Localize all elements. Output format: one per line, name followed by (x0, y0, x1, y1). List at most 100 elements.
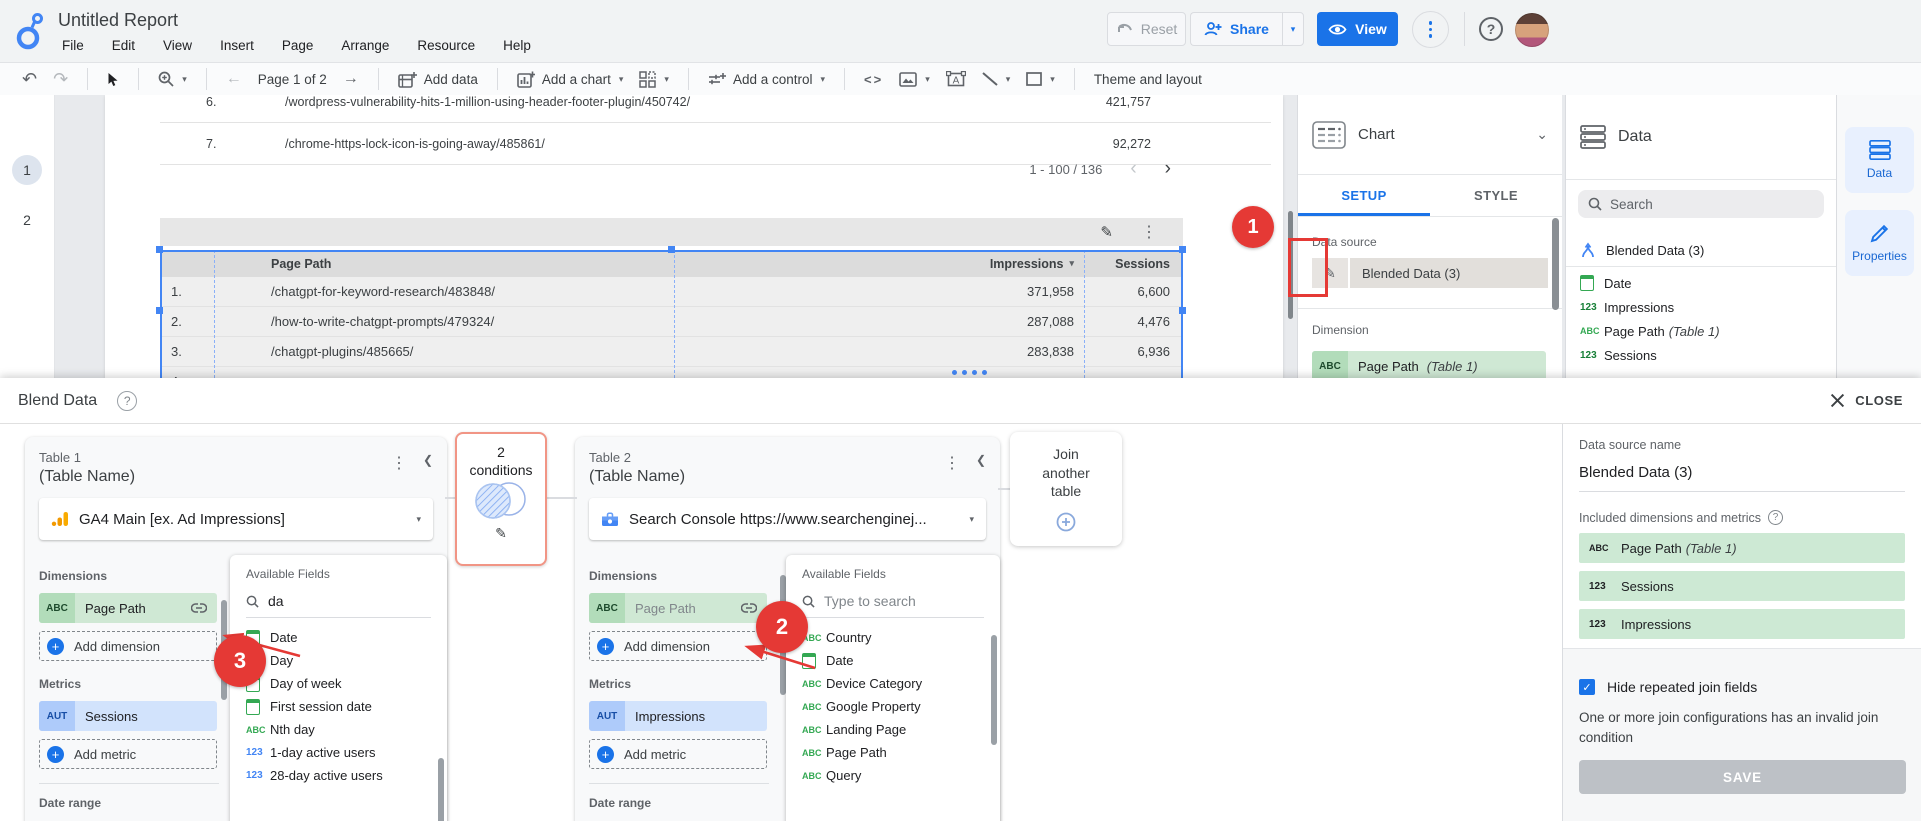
tab-style[interactable]: STYLE (1430, 175, 1562, 216)
share-button[interactable]: Share (1190, 12, 1282, 46)
metric-chip-sessions[interactable]: AUT Sessions (39, 701, 217, 731)
table-1-menu-kebab-icon[interactable]: ⋮ (391, 453, 407, 473)
menu-item[interactable]: Insert (206, 36, 268, 55)
available-field-item[interactable]: Day of week (246, 672, 447, 695)
available-field-item[interactable]: ABC Landing Page (802, 718, 1000, 741)
table-1-field-search-input[interactable]: da (246, 593, 431, 618)
table-row[interactable]: 3. /chatgpt-plugins/485665/ 283,838 6,93… (160, 337, 1183, 367)
rail-properties-button[interactable]: Properties (1845, 210, 1914, 276)
checkbox-checked-icon[interactable]: ✓ (1579, 679, 1595, 695)
community-visualizations-button[interactable]: ▾ (631, 65, 677, 93)
table-2-add-metric-button[interactable]: + Add metric (589, 739, 767, 769)
metric-chip-impressions[interactable]: AUT Impressions (589, 701, 767, 731)
embed-url-button[interactable]: <> (856, 65, 891, 93)
resize-handle[interactable] (156, 307, 163, 314)
previous-page-button[interactable]: ← (218, 65, 250, 93)
field-item[interactable]: 123 Sessions (1580, 343, 1822, 367)
resize-handle[interactable] (1179, 246, 1186, 253)
chevron-down-icon[interactable]: ⌄ (1536, 126, 1548, 143)
menu-item[interactable]: File (48, 36, 98, 55)
menu-item[interactable]: Page (268, 36, 328, 55)
table-1-source-select[interactable]: GA4 Main [ex. Ad Impressions] ▾ (39, 498, 433, 540)
share-options-caret[interactable]: ▾ (1282, 12, 1304, 46)
menu-item[interactable]: Arrange (327, 36, 403, 55)
more-options-button[interactable] (1412, 11, 1449, 48)
insert-image-button[interactable]: ▾ (891, 65, 938, 93)
available-field-item[interactable]: ABC Google Property (802, 695, 1000, 718)
blended-data-source-row[interactable]: Blended Data (3) (1566, 234, 1836, 267)
resize-handle[interactable] (1179, 307, 1186, 314)
zoom-tool-button[interactable]: ▾ (150, 65, 195, 93)
included-field-chip[interactable]: ABC Page Path (Table 1) (1579, 533, 1905, 563)
page-number-2[interactable]: 2 (12, 205, 42, 235)
edit-conditions-pencil-icon[interactable]: ✎ (495, 525, 507, 542)
table-row[interactable]: 6. /wordpress-vulnerability-hits-1-milli… (160, 95, 1271, 123)
pagination-prev-icon[interactable]: ‹ (1130, 158, 1136, 180)
close-button[interactable]: CLOSE (1830, 393, 1903, 408)
available-field-item[interactable]: ABC Device Category (802, 672, 1000, 695)
table-2-field-search-input[interactable]: Type to search (802, 593, 984, 618)
available-field-item[interactable]: ABC Query (802, 764, 1000, 787)
table-2-menu-kebab-icon[interactable]: ⋮ (944, 453, 960, 473)
next-page-button[interactable]: → (335, 65, 367, 93)
resize-handle[interactable] (668, 246, 675, 253)
theme-and-layout-button[interactable]: Theme and layout (1086, 65, 1210, 93)
rail-data-button[interactable]: Data (1845, 127, 1914, 193)
table-row[interactable]: 2. /how-to-write-chatgpt-prompts/479324/… (160, 307, 1183, 337)
page-navigation[interactable]: Page 1 of 2 (250, 65, 335, 93)
chart-type-label[interactable]: Chart (1358, 126, 1536, 143)
chart-menu-kebab-icon[interactable]: ⋮ (1141, 222, 1157, 242)
available-field-item[interactable]: 123 1-day active users (246, 741, 447, 764)
insert-shape-button[interactable]: ▾ (1018, 65, 1063, 93)
available-field-item[interactable]: Date (246, 626, 447, 649)
table-1-add-metric-button[interactable]: + Add metric (39, 739, 217, 769)
join-another-table-card[interactable]: Join another table (1010, 432, 1122, 546)
table-2-name[interactable]: (Table Name) (589, 468, 944, 486)
included-field-chip[interactable]: 123 Impressions (1579, 609, 1905, 639)
hide-repeated-fields-checkbox-row[interactable]: ✓ Hide repeated join fields (1579, 679, 1905, 695)
available-field-item[interactable]: First session date (246, 695, 447, 718)
col-header-page-path[interactable]: Page Path (214, 257, 674, 271)
add-control-button[interactable]: Add a control ▾ (700, 65, 833, 93)
table-1-add-dimension-button[interactable]: + Add dimension (39, 631, 217, 661)
field-item[interactable]: ABC Page Path (Table 1) (1580, 319, 1822, 343)
dimension-chip-page-path[interactable]: ABC Page Path (589, 593, 767, 623)
dimension-chip[interactable]: ABC Page Path(Table 1) (1312, 351, 1546, 378)
menu-item[interactable]: Resource (403, 36, 489, 55)
report-title[interactable]: Untitled Report (58, 10, 178, 31)
available-field-item[interactable]: Date (802, 649, 1000, 672)
help-button[interactable]: ? (1479, 17, 1503, 41)
add-chart-button[interactable]: Add a chart ▾ (509, 65, 632, 93)
menu-item[interactable]: Help (489, 36, 545, 55)
field-list-scrollbar[interactable] (991, 635, 997, 745)
insert-line-button[interactable]: ▾ (974, 65, 1019, 93)
available-field-item[interactable]: Day (246, 649, 447, 672)
user-avatar[interactable] (1515, 13, 1549, 47)
add-data-button[interactable]: Add data (390, 65, 486, 93)
available-field-item[interactable]: 123 28-day active users (246, 764, 447, 787)
dimension-chip-page-path[interactable]: ABC Page Path (39, 593, 217, 623)
blend-help-icon[interactable]: ? (117, 391, 137, 411)
field-list-scrollbar[interactable] (438, 758, 444, 821)
join-conditions-card[interactable]: 2 conditions ✎ (455, 432, 547, 566)
page-number-1[interactable]: 1 (12, 155, 42, 185)
table-2-add-dimension-button[interactable]: + Add dimension (589, 631, 767, 661)
field-item[interactable]: 123 Impressions (1580, 295, 1822, 319)
info-icon[interactable]: ? (1768, 510, 1783, 525)
menu-item[interactable]: Edit (98, 36, 149, 55)
data-source-chip[interactable]: Blended Data (3) (1350, 258, 1548, 288)
table-row[interactable]: 1. /chatgpt-for-keyword-research/483848/… (160, 277, 1183, 307)
redo-button[interactable]: ↷ (45, 65, 76, 93)
field-search-input[interactable]: Search (1578, 190, 1824, 218)
tab-setup[interactable]: SETUP (1298, 175, 1430, 216)
included-field-chip[interactable]: 123 Sessions (1579, 571, 1905, 601)
table-1-name[interactable]: (Table Name) (39, 468, 391, 486)
field-item[interactable]: Date (1580, 271, 1822, 295)
chart-panel-scrollbar[interactable] (1552, 218, 1559, 310)
available-field-item[interactable]: ABC Country (802, 626, 1000, 649)
report-canvas[interactable]: 6. /wordpress-vulnerability-hits-1-milli… (105, 95, 1283, 378)
available-field-item[interactable]: ABC Nth day (246, 718, 447, 741)
available-field-item[interactable]: ABC Page Path (802, 741, 1000, 764)
undo-button[interactable]: ↶ (14, 65, 45, 93)
select-tool-button[interactable] (99, 65, 127, 93)
